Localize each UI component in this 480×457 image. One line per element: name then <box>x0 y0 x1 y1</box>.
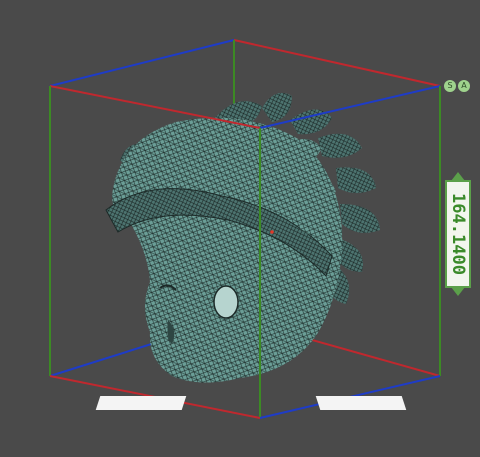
3d-viewport[interactable]: S A 164.1400 <box>0 0 480 457</box>
corner-badge-s[interactable]: S <box>444 80 456 92</box>
z-dimension-arrow-down-icon[interactable] <box>451 287 465 296</box>
z-dimension-value: 164.1400 <box>448 193 468 275</box>
scene-canvas[interactable] <box>0 0 480 457</box>
corner-badge-a[interactable]: A <box>458 80 470 92</box>
head-model[interactable] <box>105 92 380 383</box>
y-dimension-label <box>315 396 407 410</box>
z-dimension-label: 164.1400 <box>445 180 471 288</box>
x-dimension-label <box>95 396 187 410</box>
